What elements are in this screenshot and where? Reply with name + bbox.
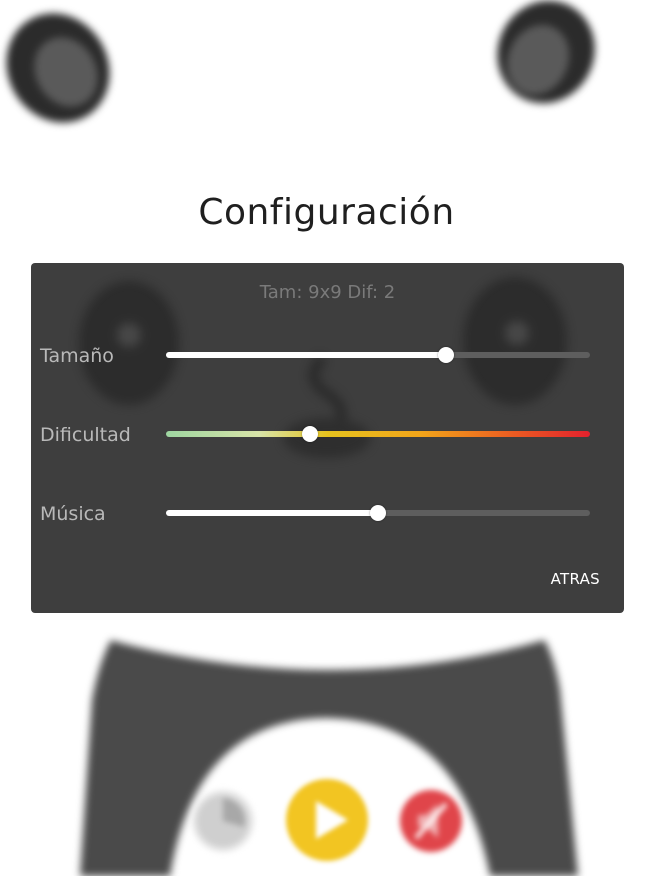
size-slider[interactable] — [166, 345, 590, 365]
stats-button[interactable] — [192, 790, 254, 852]
sound-button[interactable] — [400, 790, 462, 852]
page-title: Configuración — [198, 192, 455, 233]
back-button[interactable]: ATRAS — [551, 570, 600, 588]
music-label: Música — [40, 503, 106, 525]
right-ear — [497, 0, 595, 104]
music-slider-fill — [166, 510, 378, 516]
music-slider-thumb[interactable] — [370, 505, 386, 521]
size-slider-thumb[interactable] — [438, 347, 454, 363]
music-slider[interactable] — [166, 503, 590, 523]
left-ear — [6, 13, 110, 123]
app-screen: Configuración Tam: 9x9 Dif: 2 Tamaño Dif… — [0, 0, 653, 876]
difficulty-slider-thumb[interactable] — [302, 426, 318, 442]
difficulty-slider[interactable] — [166, 424, 590, 444]
size-label: Tamaño — [40, 345, 114, 367]
size-slider-fill — [166, 352, 446, 358]
play-icon — [316, 801, 348, 839]
play-button[interactable] — [286, 779, 368, 861]
sound-muted-icon — [414, 802, 448, 840]
settings-panel: Tam: 9x9 Dif: 2 Tamaño Dificultad Música… — [31, 263, 624, 613]
settings-summary: Tam: 9x9 Dif: 2 — [259, 282, 396, 303]
stats-icon — [197, 795, 249, 847]
difficulty-slider-track — [166, 431, 590, 437]
difficulty-label: Dificultad — [40, 424, 131, 446]
